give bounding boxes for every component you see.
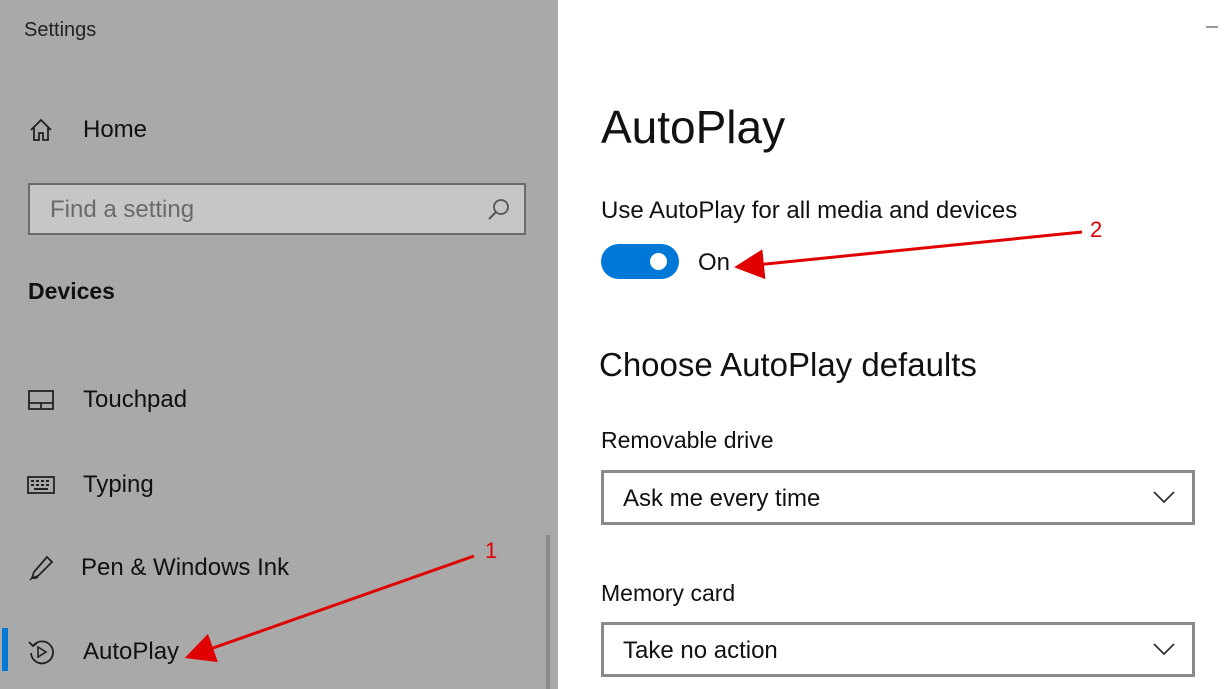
memory-card-select[interactable]: Take no action <box>601 622 1195 677</box>
sidebar-item-label: AutoPlay <box>83 638 180 665</box>
toggle-state: On <box>698 249 731 276</box>
app-title: Settings <box>24 19 97 41</box>
minimize-icon[interactable] <box>1204 14 1220 30</box>
chevron-down-icon <box>1152 489 1176 505</box>
toggle-label: Use AutoPlay for all media and devices <box>601 197 1018 224</box>
sidebar-item-home[interactable]: Home <box>0 100 558 160</box>
search-placeholder: Find a setting <box>50 196 195 223</box>
select-value: Ask me every time <box>623 485 821 512</box>
toggle-knob <box>650 253 667 270</box>
sidebar-item-label: Home <box>83 116 148 143</box>
section-title: Devices <box>28 278 115 304</box>
sidebar-item-pen[interactable]: Pen & Windows Ink <box>0 538 558 598</box>
touchpad-icon <box>26 385 56 415</box>
main-content: AutoPlay Use AutoPlay for all media and … <box>558 0 1230 689</box>
select-value: Take no action <box>623 637 778 664</box>
keyboard-icon <box>26 470 56 500</box>
sidebar-item-touchpad[interactable]: Touchpad <box>0 370 558 430</box>
defaults-title: Choose AutoPlay defaults <box>599 346 977 383</box>
sidebar-item-label: Typing <box>83 471 154 498</box>
home-icon <box>26 115 56 145</box>
sidebar-item-label: Pen & Windows Ink <box>81 554 290 581</box>
sidebar-item-typing[interactable]: Typing <box>0 455 558 515</box>
autoplay-toggle[interactable] <box>601 244 679 279</box>
annotation-number-1: 1 <box>485 538 498 563</box>
sidebar-scrollbar[interactable] <box>546 535 550 689</box>
page-title: AutoPlay <box>601 101 786 153</box>
annotation-number-2: 2 <box>1090 217 1103 242</box>
removable-drive-label: Removable drive <box>601 427 774 453</box>
search-input[interactable]: Find a setting <box>28 183 526 235</box>
chevron-down-icon <box>1152 641 1176 657</box>
removable-drive-select[interactable]: Ask me every time <box>601 470 1195 525</box>
memory-card-label: Memory card <box>601 580 736 606</box>
sidebar-item-label: Touchpad <box>83 386 188 413</box>
search-icon[interactable] <box>486 197 512 223</box>
sidebar: Settings Home Find a setting Devices Tou… <box>0 0 558 689</box>
pen-icon <box>26 553 56 583</box>
autoplay-icon <box>26 637 56 667</box>
sidebar-item-autoplay[interactable]: AutoPlay <box>0 622 558 682</box>
